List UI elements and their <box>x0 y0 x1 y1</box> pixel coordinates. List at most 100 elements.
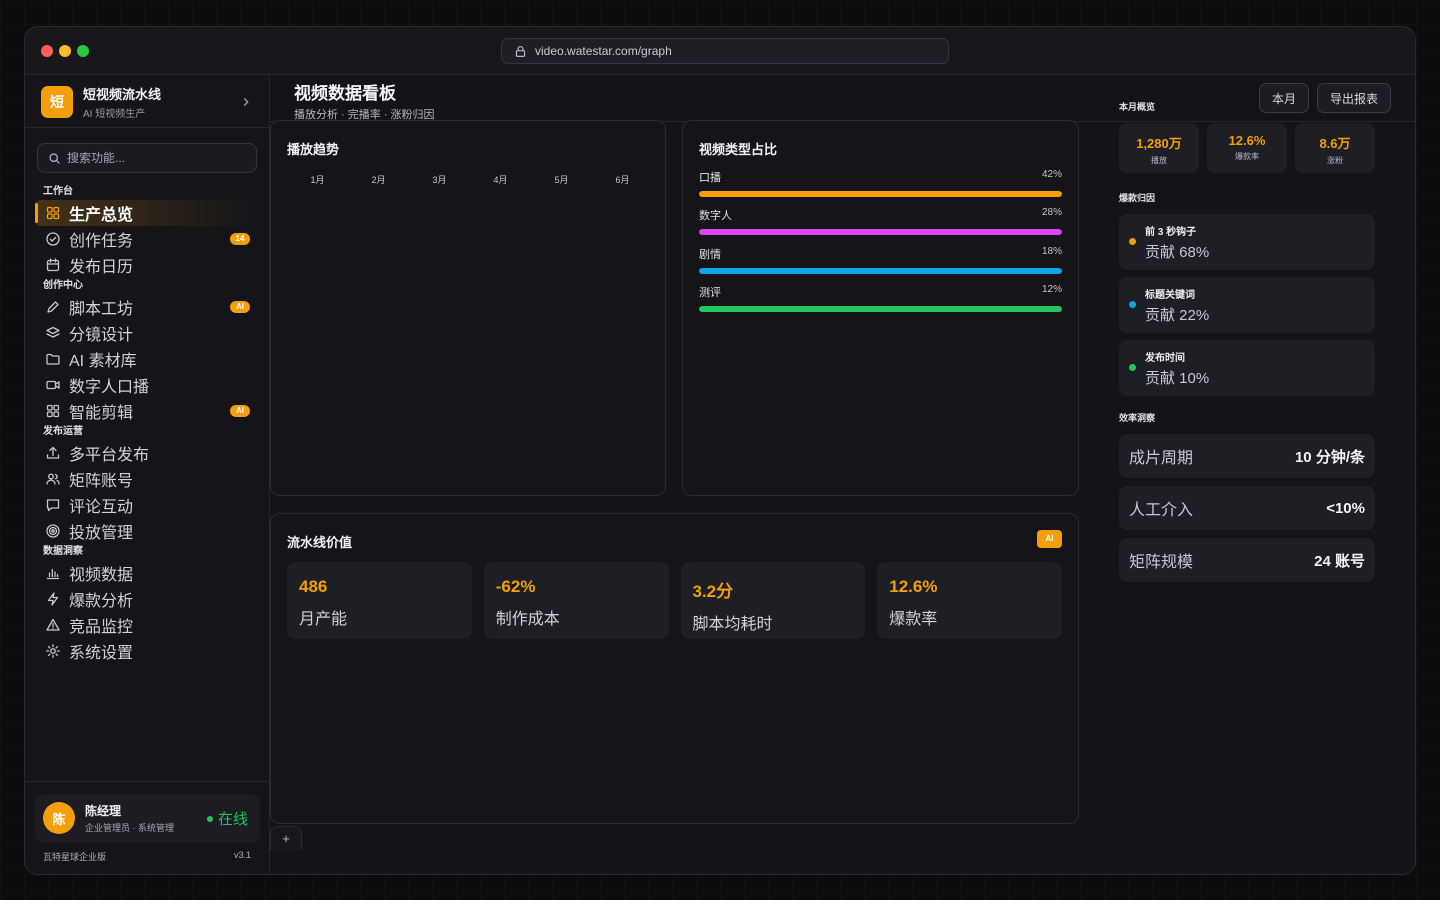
sidebar-item[interactable]: 矩阵账号 <box>35 466 260 492</box>
folder-icon <box>46 353 60 365</box>
panel-title: 视频类型占比 <box>699 142 778 157</box>
video-type-share-panel: 视频类型占比 口播 42% 数字人 28% 剧情 18% 测评 12% <box>682 120 1079 496</box>
kpi-card: 12.6% 爆款率 <box>877 562 1062 639</box>
attribution-item: 发布时间 贡献 10% <box>1119 340 1375 396</box>
sidebar-item[interactable]: 脚本工坊 AI <box>35 294 260 320</box>
grid-icon <box>46 206 60 220</box>
sidebar-item-label: 智能剪辑 <box>69 405 134 422</box>
sidebar-item-label: 评论互动 <box>69 499 134 516</box>
add-tab-button[interactable]: + <box>270 826 302 850</box>
sidebar-item-label: 爆款分析 <box>69 593 134 610</box>
share-bar-fill <box>699 229 1062 235</box>
sidebar-item-label: 矩阵账号 <box>69 473 134 490</box>
search-box[interactable] <box>37 143 257 173</box>
sidebar-item[interactable]: 数字人口播 <box>35 372 260 398</box>
kpi-value: -62% <box>495 577 536 596</box>
sidebar-item[interactable]: 发布日历 <box>35 252 260 278</box>
section-title-efficiency: 效率洞察 <box>1119 413 1156 423</box>
brand-switcher[interactable]: 短 短视频流水线 AI 短视频生产 <box>41 86 253 120</box>
sidebar: 短 短视频流水线 AI 短视频生产 工作台生产总览创作任务 14 发布日历创作中心脚… <box>25 75 270 874</box>
kpi-label: 脚本均耗时 <box>692 616 773 633</box>
brand-title: 短视频流水线 <box>83 87 162 102</box>
sidebar-item[interactable]: 爆款分析 <box>35 586 260 612</box>
sidebar-item-label: 投放管理 <box>69 525 134 542</box>
address-bar[interactable]: video.watestar.com/graph <box>501 38 949 64</box>
color-dot-icon <box>1129 238 1136 245</box>
kpi-label: 制作成本 <box>495 611 560 628</box>
sidebar-item-label: 生产总览 <box>69 207 134 224</box>
check-circle-icon <box>46 232 60 246</box>
efficiency-item: 矩阵规模 24 账号 <box>1119 538 1375 582</box>
nav-section-title: 发布运营 <box>43 426 83 437</box>
sidebar-item[interactable]: 创作任务 14 <box>35 226 260 252</box>
search-icon <box>49 152 60 164</box>
title-bar: video.watestar.com/graph <box>25 27 1415 75</box>
nav-badge: 14 <box>230 233 250 245</box>
month-tick-label: 4月 <box>493 175 508 185</box>
sidebar-item[interactable]: 系统设置 <box>35 638 260 664</box>
overview-stats: 1,280万 播放 12.6% 爆款率 8.6万 涨粉 <box>1119 123 1375 173</box>
message-icon <box>46 499 60 512</box>
sidebar-divider <box>25 781 270 782</box>
sidebar-item[interactable]: 视频数据 <box>35 560 260 586</box>
user-card[interactable]: 陈 陈经理 企业管理员 · 系统管理 在线 <box>35 794 260 842</box>
share-bar-track <box>699 268 1062 274</box>
trend-month-axis: 1月 2月 3月 4月 5月 6月 <box>287 173 653 186</box>
sidebar-item-label: 多平台发布 <box>69 447 150 464</box>
lock-icon <box>515 45 526 57</box>
efficiency-value: 10 分钟/条 <box>1294 448 1365 466</box>
share-bar-track <box>699 191 1062 197</box>
page-title: 视频数据看板 <box>294 84 396 103</box>
efficiency-label: 人工介入 <box>1129 502 1194 519</box>
sidebar-item[interactable]: AI 素材库 <box>35 346 260 372</box>
sidebar-item[interactable]: 竞品监控 <box>35 612 260 638</box>
sidebar-item[interactable]: 智能剪辑 AI <box>35 398 260 424</box>
stat-label: 播放 <box>1151 156 1167 165</box>
pen-icon <box>47 301 59 313</box>
chevron-right-icon[interactable] <box>239 95 253 109</box>
close-window-button[interactable] <box>41 45 53 57</box>
sidebar-item-label: 视频数据 <box>69 567 134 584</box>
share-bar-track <box>699 229 1062 235</box>
kpi-value: 3.2分 <box>692 582 734 601</box>
lightning-icon <box>47 592 59 606</box>
stat-value: 12.6% <box>1228 133 1266 148</box>
sidebar-item[interactable]: 投放管理 <box>35 518 260 544</box>
maximize-window-button[interactable] <box>77 45 89 57</box>
sidebar-item[interactable]: 多平台发布 <box>35 440 260 466</box>
users-icon <box>46 473 60 485</box>
gear-icon <box>46 644 60 658</box>
brand-logo: 短 <box>41 86 73 118</box>
attribution-item: 前 3 秒钩子贡献 68% <box>1119 214 1375 270</box>
brand-subtitle: AI 短视频生产 <box>83 109 146 120</box>
share-row: 剧情 18% <box>699 246 1062 274</box>
sidebar-nav: 工作台 生产总览 创作任务 14 发布日历 创作中心 脚本工坊 AI 分镜设计 AI 素材库 数字人… <box>35 184 260 664</box>
attribution-name: 前 3 秒钩子 <box>1145 227 1197 238</box>
efficiency-list: 成片周期 10 分钟/条 人工介入 <10% 矩阵规模 24 账号 <box>1119 434 1375 582</box>
sidebar-item-label: AI 素材库 <box>69 353 137 370</box>
share-label: 数字人 <box>699 210 732 222</box>
efficiency-label: 成片周期 <box>1129 450 1194 467</box>
nav-section-title: 数据洞察 <box>43 546 83 557</box>
minimize-window-button[interactable] <box>59 45 71 57</box>
overview-stat-card: 8.6万 涨粉 <box>1295 123 1375 173</box>
stat-value: 1,280万 <box>1136 136 1182 151</box>
share-percent: 42% <box>1041 169 1062 180</box>
bar-chart-icon <box>46 568 60 580</box>
share-percent: 28% <box>1041 207 1062 218</box>
month-tick-label: 1月 <box>310 175 325 185</box>
search-input[interactable] <box>67 151 237 165</box>
sidebar-item[interactable]: 评论互动 <box>35 492 260 518</box>
attribution-item: 标题关键词 贡献 22% <box>1119 277 1375 333</box>
month-tick-label: 3月 <box>432 175 447 185</box>
sidebar-item-label: 系统设置 <box>69 645 134 662</box>
sidebar-item[interactable]: 分镜设计 <box>35 320 260 346</box>
status-badge: 在线 <box>206 808 248 829</box>
section-title-attribution: 爆款归因 <box>1119 193 1156 203</box>
sidebar-item-label: 竞品监控 <box>69 619 134 636</box>
sidebar-item[interactable]: 生产总览 <box>35 200 260 226</box>
right-insights-column: 本月概览 1,280万 播放 12.6% 爆款率 8.6万 涨粉 爆款归因 前 3 秒钩子… <box>1119 100 1375 590</box>
attribution-value: 贡献 68% <box>1145 244 1210 261</box>
kpi-card: 486 月产能 <box>287 562 472 639</box>
sidebar-item-label: 创作任务 <box>69 233 134 250</box>
